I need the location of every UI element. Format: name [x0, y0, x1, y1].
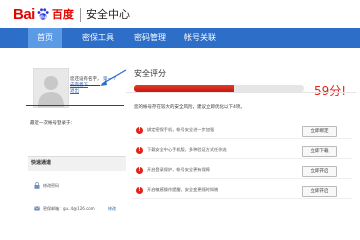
annotation-underline — [70, 85, 100, 86]
list-item: ! 下载安全中心手机版，多种验证方式任你选 立即下载 — [132, 144, 352, 159]
quick-channel-header: 快速通道 — [28, 156, 126, 171]
download-app-button[interactable]: 立即下载 — [302, 146, 337, 157]
tab-password-management[interactable]: 密码管理 — [130, 28, 170, 48]
list-item: ! 开启登录保护，帐号安全更有保障 立即开启 — [132, 164, 352, 179]
score-hint: 您的帐号存在较大的安全风险，建议立即优化以下4项。 — [134, 105, 245, 110]
score-value: 59分! — [314, 84, 347, 98]
enable-login-protect-button[interactable]: 立即开启 — [302, 166, 337, 177]
baidu-logo[interactable]: Bai du 百度 — [13, 3, 74, 25]
page-title: 安全中心 — [86, 8, 130, 21]
tab-security-tools[interactable]: 密保工具 — [78, 28, 118, 48]
warning-icon: ! — [136, 127, 143, 134]
paw-icon: du — [37, 8, 49, 21]
main-nav: 首页 密保工具 密码管理 帐号关联 — [0, 28, 360, 48]
avatar[interactable] — [33, 68, 69, 108]
annotation-divider-line — [26, 105, 124, 106]
divider — [126, 92, 356, 93]
item-text: 开启敏感操作提醒，安全变更随时知晓 — [147, 187, 219, 192]
last-login-text: 最近一次帐号登录于： — [30, 121, 75, 126]
modify-email-link[interactable]: 修改 — [108, 206, 116, 212]
warning-icon: ! — [136, 187, 143, 194]
lock-icon — [34, 182, 40, 189]
warning-icon: ! — [136, 147, 143, 154]
item-text: 下载安全中心手机版，多种验证方式任你选 — [147, 147, 227, 152]
annotation-arrow-icon — [100, 69, 127, 86]
score-title: 安全评分 — [134, 69, 166, 78]
quick-row-label: 修改密码 — [43, 183, 59, 188]
tab-account-link[interactable]: 帐号关联 — [180, 28, 220, 48]
score-progress-fill — [134, 85, 235, 92]
svg-text:du: du — [39, 15, 47, 21]
enable-alert-button[interactable]: 立即开启 — [302, 186, 337, 197]
score-progress-bar — [134, 85, 304, 92]
quick-row-label: 密保邮箱：gu..4@126.com — [43, 206, 95, 211]
item-text: 开启登录保护，帐号安全更有保障 — [147, 167, 210, 172]
header-divider — [80, 8, 81, 22]
email-icon — [34, 206, 40, 211]
header: Bai du 百度 安全中心 — [0, 0, 360, 28]
item-text: 绑定密保手机，帐号安全进一步加强 — [147, 127, 215, 132]
tab-home[interactable]: 首页 — [28, 28, 62, 48]
user-status-text: 您还设有名字， — [70, 77, 102, 82]
default-avatar-icon — [38, 76, 64, 107]
warning-icon: ! — [136, 167, 143, 174]
quick-channel-title: 快速通道 — [31, 160, 52, 166]
list-item: ! 开启敏感操作提醒，安全变更随时知晓 立即开启 — [132, 184, 352, 199]
logo-bai-text: Bai — [13, 5, 35, 23]
list-item: ! 绑定密保手机，帐号安全进一步加强 立即绑定 — [132, 124, 352, 139]
security-score-panel: 安全评分 59分! 您的帐号存在较大的安全风险，建议立即优化以下4项。 ! 绑定… — [126, 56, 356, 236]
logo-cn-text: 百度 — [51, 8, 74, 21]
bind-phone-button[interactable]: 立即绑定 — [302, 126, 337, 137]
